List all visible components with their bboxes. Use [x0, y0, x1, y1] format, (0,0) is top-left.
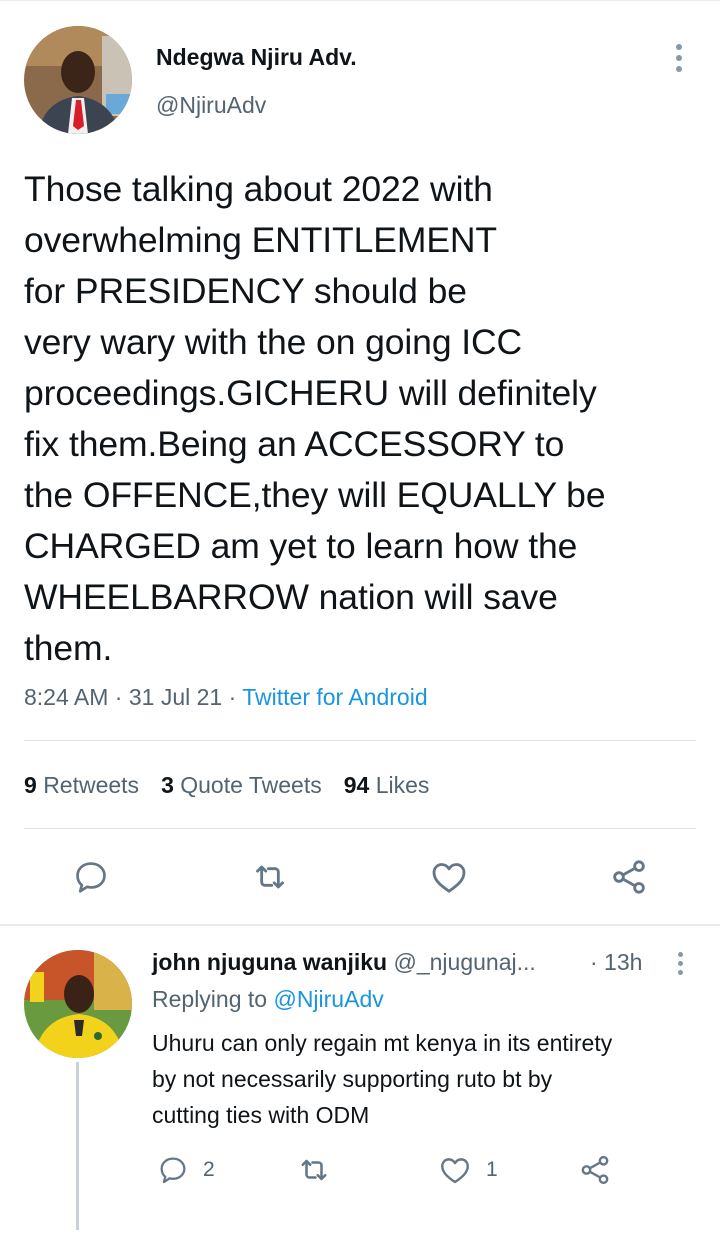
tweet-source-link[interactable]: Twitter for Android [242, 684, 427, 710]
reply-share-button[interactable] [578, 1150, 612, 1190]
divider [24, 740, 696, 741]
reply-reply-button[interactable]: 2 [157, 1150, 215, 1190]
share-icon [581, 1155, 609, 1185]
reply-more-options-icon[interactable] [668, 948, 692, 978]
thread-line [76, 1062, 79, 1230]
reply-icon[interactable] [70, 856, 112, 898]
like-icon [441, 1158, 469, 1184]
tweet-stats: 9 Retweets 3 Quote Tweets 94 Likes [24, 772, 429, 799]
retweets-count: 9 [24, 772, 37, 798]
more-options-icon[interactable] [664, 40, 694, 76]
tweet-time: 8:24 AM [24, 684, 109, 710]
quotes-stat[interactable]: 3 Quote Tweets [161, 772, 322, 798]
author-name[interactable]: Ndegwa Njiru Adv. [156, 44, 357, 71]
reply-like-button[interactable]: 1 [438, 1150, 498, 1190]
replying-to: Replying to @NjiruAdv [152, 986, 384, 1013]
reply-author-avatar[interactable] [24, 950, 132, 1058]
reply-header: john njuguna wanjiku @_njugunaj... [152, 949, 536, 976]
section-separator [0, 924, 720, 926]
quotes-label: Quote Tweets [180, 772, 322, 798]
author-handle[interactable]: @NjiruAdv [156, 92, 266, 119]
share-icon[interactable] [608, 856, 650, 898]
replying-mention-link[interactable]: @NjiruAdv [273, 986, 383, 1012]
author-avatar[interactable] [24, 26, 132, 134]
reply-icon [160, 1157, 186, 1184]
tweet-meta: 8:24 AM · 31 Jul 21 · Twitter for Androi… [24, 684, 428, 711]
meta-separator: · [228, 684, 237, 710]
top-divider [0, 0, 720, 1]
retweets-stat[interactable]: 9 Retweets [24, 772, 139, 798]
retweet-icon [301, 1159, 327, 1181]
likes-count: 94 [343, 772, 370, 798]
like-icon[interactable] [428, 856, 470, 898]
reply-reply-count: 2 [203, 1158, 215, 1181]
reply-retweet-button[interactable] [296, 1150, 332, 1190]
retweets-label: Retweets [43, 772, 140, 798]
reply-like-count: 1 [486, 1158, 498, 1181]
retweet-icon[interactable] [249, 856, 291, 898]
likes-label: Likes [375, 772, 430, 798]
likes-stat[interactable]: 94 Likes [344, 772, 430, 798]
reply-author-name[interactable]: john njuguna wanjiku [152, 949, 387, 975]
reply-text: Uhuru can only regain mt kenya in its en… [152, 1030, 613, 1128]
tweet-date: 31 Jul 21 [128, 684, 223, 710]
quotes-count: 3 [161, 772, 174, 798]
replying-prefix: Replying to [152, 986, 268, 1012]
meta-separator: · [114, 684, 123, 710]
reply-time: · 13h [590, 949, 643, 975]
reply-author-handle[interactable]: @_njugunaj... [394, 949, 536, 975]
divider [24, 828, 696, 829]
tweet-text: Those talking about 2022 with overwhelmi… [24, 169, 606, 668]
